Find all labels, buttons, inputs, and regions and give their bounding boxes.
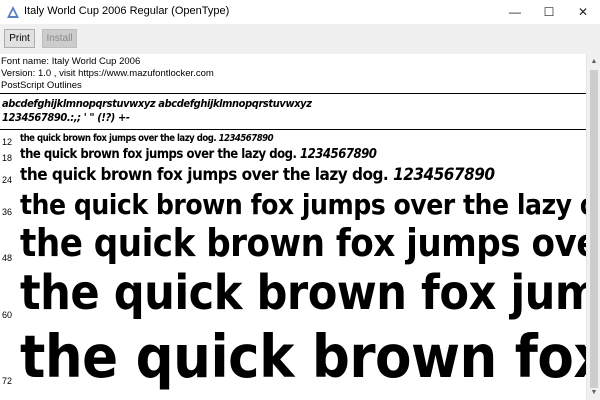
- sample-line-36: the quick brown fox jumps over the lazy …: [20, 188, 586, 221]
- sample-text: the quick brown fox jumps over the lazy …: [20, 221, 586, 265]
- sample-line-12: the quick brown fox jumps over the lazy …: [20, 133, 274, 144]
- font-name-line: Font name: Italy World Cup 2006: [1, 56, 141, 67]
- divider: [0, 129, 586, 130]
- font-app-icon: [7, 6, 19, 18]
- sample-line-18: the quick brown fox jumps over the lazy …: [20, 147, 377, 162]
- sample-line-72: the quick brown fox jumps over the lazy …: [20, 322, 586, 391]
- size-label-24: 24: [2, 175, 13, 185]
- sample-line-60: the quick brown fox jumps over the lazy …: [20, 265, 586, 321]
- sample-digits: 1234567890: [218, 133, 274, 144]
- font-preview-pane: Font name: Italy World Cup 2006 Version:…: [0, 54, 586, 400]
- install-button[interactable]: Install: [42, 29, 77, 48]
- sample-text: the quick brown fox jumps over the lazy …: [20, 265, 586, 321]
- close-button[interactable]: ✕: [566, 0, 600, 24]
- sample-text: the quick brown fox jumps over the lazy …: [20, 188, 586, 221]
- font-outline-line: PostScript Outlines: [1, 80, 82, 91]
- maximize-button[interactable]: ☐: [532, 0, 566, 24]
- sample-text: the quick brown fox jumps over the lazy …: [20, 133, 217, 144]
- font-version-line: Version: 1.0 , visit https://www.mazufon…: [1, 68, 214, 79]
- size-label-12: 12: [2, 137, 13, 147]
- size-label-18: 18: [2, 153, 13, 163]
- size-label-72: 72: [2, 376, 13, 386]
- sample-text: the quick brown fox jumps over the lazy …: [20, 147, 297, 162]
- size-label-60: 60: [2, 310, 13, 320]
- toolbar: Print Install: [0, 24, 600, 54]
- scroll-up-icon[interactable]: ▲: [589, 57, 599, 67]
- size-label-48: 48: [2, 253, 13, 263]
- sample-text: the quick brown fox jumps over the lazy …: [20, 322, 586, 391]
- maximize-icon: ☐: [543, 5, 555, 19]
- sample-digits: 1234567890: [393, 165, 495, 185]
- scroll-down-icon[interactable]: ▼: [589, 388, 599, 398]
- minimize-icon: —: [509, 5, 521, 19]
- window-title: Italy World Cup 2006 Regular (OpenType): [24, 5, 230, 17]
- sample-digits: 1234567890: [300, 147, 377, 162]
- charset-letters: abcdefghijklmnopqrstuvwxyz abcdefghijklm…: [2, 97, 312, 110]
- vertical-scrollbar[interactable]: ▲ ▼: [586, 54, 600, 400]
- scroll-thumb[interactable]: [590, 70, 598, 388]
- print-button[interactable]: Print: [4, 29, 35, 48]
- divider: [0, 93, 586, 94]
- minimize-button[interactable]: —: [498, 0, 532, 24]
- sample-line-48: the quick brown fox jumps over the lazy …: [20, 221, 586, 265]
- charset-symbols: 1234567890.:,; ' " (!?) +-: [2, 111, 130, 124]
- size-label-36: 36: [2, 207, 13, 217]
- close-icon: ✕: [577, 5, 589, 19]
- sample-text: the quick brown fox jumps over the lazy …: [20, 165, 389, 185]
- title-bar: Italy World Cup 2006 Regular (OpenType) …: [0, 0, 600, 24]
- sample-line-24: the quick brown fox jumps over the lazy …: [20, 165, 495, 185]
